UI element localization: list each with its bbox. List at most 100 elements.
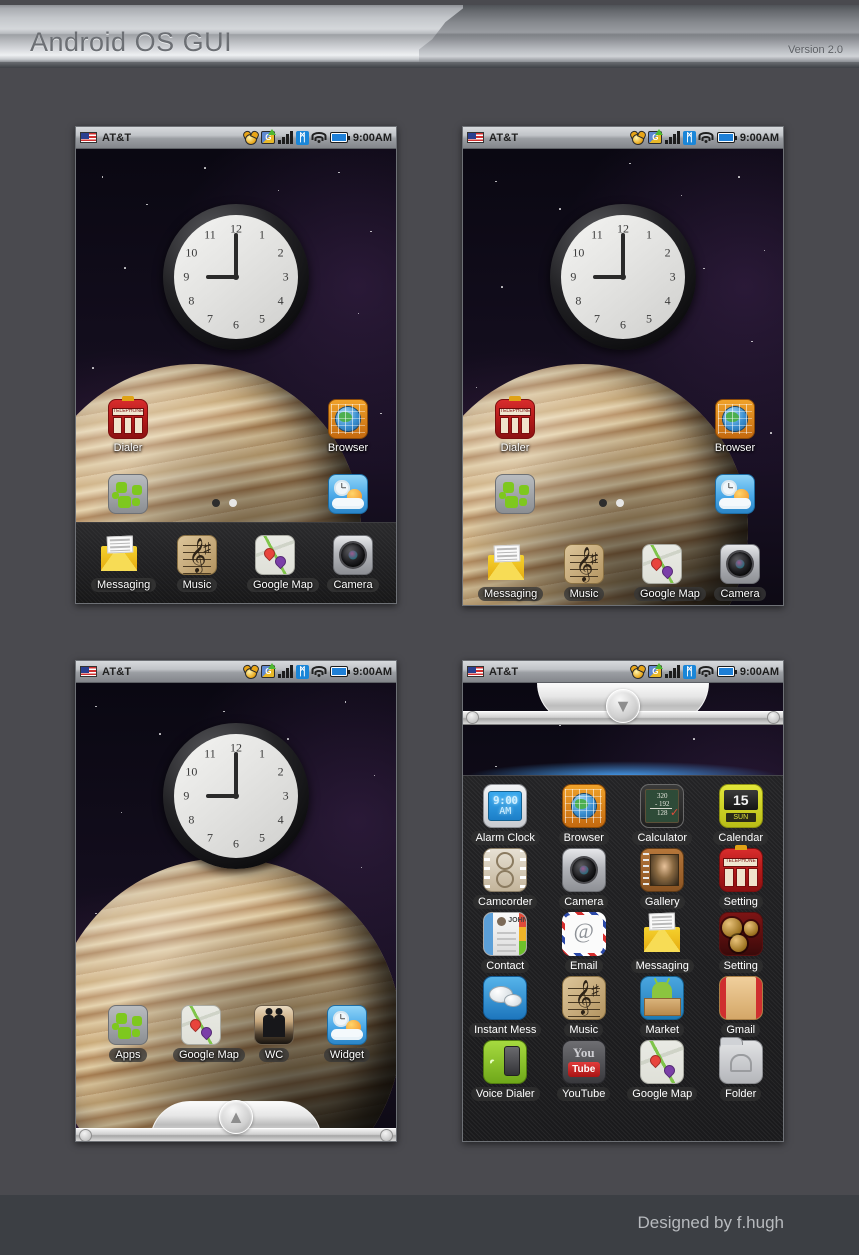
contact-name: JOHN: [508, 917, 528, 924]
home-icon-browser[interactable]: Browser: [707, 399, 763, 454]
app-google-map[interactable]: Google Map: [624, 1040, 701, 1102]
sync-icon: G: [648, 663, 664, 678]
dialer-icon: TELEPHONE: [108, 396, 148, 439]
app-camcorder[interactable]: Camcorder: [467, 848, 544, 910]
page-indicator: [599, 499, 624, 507]
home-icon-widget[interactable]: Widget: [319, 1005, 375, 1063]
google-map-icon: [642, 544, 682, 584]
treble-clef-glyph: 𝄞: [574, 979, 593, 1015]
clock-minute-hand: [621, 233, 625, 277]
google-map-icon: [640, 1040, 685, 1084]
app-drawer-close-handle[interactable]: ▼: [463, 683, 783, 725]
handle-end-right: [767, 711, 780, 724]
youtube-you-text: You: [572, 1045, 595, 1060]
app-setting-gears[interactable]: Setting: [703, 912, 780, 974]
clock-label: 9:00AM: [739, 665, 779, 678]
drawer-glow: [463, 761, 783, 775]
browser-icon: [561, 784, 606, 828]
camera-icon: [561, 848, 606, 892]
app-drawer-open-handle[interactable]: ▲: [76, 1100, 396, 1141]
dock-icon-music[interactable]: 𝄞 ♯ Music: [169, 534, 225, 593]
alarm-meridiem: AM: [499, 806, 512, 817]
home-icon-apps-widget[interactable]: [487, 474, 543, 514]
sync-icon: G: [648, 129, 664, 144]
us-flag-icon: [80, 132, 97, 143]
app-gallery[interactable]: Gallery: [624, 848, 701, 910]
dock-icon-label: Messaging: [91, 577, 157, 592]
app-youtube[interactable]: You Tube YouTube: [546, 1040, 623, 1102]
home-icon-apps-widget[interactable]: [100, 474, 156, 514]
app-email[interactable]: @ Email: [546, 912, 623, 974]
at-symbol: @: [573, 917, 594, 943]
app-voice-dialer[interactable]: Voice Dialer: [467, 1040, 544, 1102]
clock-minute-hand: [234, 233, 238, 277]
home-icon-label: Apps: [109, 1048, 147, 1062]
analog-clock-widget[interactable]: 12 1 23 45 67 89 10 11: [550, 204, 696, 350]
analog-clock-widget[interactable]: 12 1 23 45 67 89 10 11: [163, 204, 309, 350]
app-instant-messaging[interactable]: Instant Mess: [467, 976, 544, 1038]
home-icon-browser[interactable]: Browser: [320, 399, 376, 454]
app-label: Browser: [558, 831, 609, 845]
apps-icon: [108, 1005, 148, 1045]
app-camera[interactable]: Camera: [546, 848, 623, 910]
wallpaper-3: 12 1 23 45 67 89 10 11 Apps Google Map W…: [76, 683, 396, 1141]
gallery-icon: [640, 848, 685, 892]
dock-icon-label: Google Map: [247, 577, 319, 592]
dock-row-transparent: Messaging 𝄞 ♯ Music Google Map Camera: [463, 544, 783, 602]
carrier-label: AT&T: [489, 131, 519, 144]
app-setting-dialer[interactable]: TELEPHONE Setting: [703, 845, 780, 910]
home-icon-label: Dialer: [500, 442, 530, 454]
home-icon-apps[interactable]: Apps: [100, 1005, 156, 1063]
clock-face: 12 1 23 45 67 89 10 11: [174, 215, 298, 339]
dock-bar: Messaging 𝄞 ♯ Music Google Map Camera: [76, 522, 396, 603]
app-messaging[interactable]: Messaging: [624, 912, 701, 974]
app-label: Email: [564, 959, 603, 973]
up-chevron-icon[interactable]: ▲: [219, 1100, 253, 1134]
home-icon-wc[interactable]: WC: [246, 1005, 302, 1063]
home-icon-weather-widget[interactable]: [320, 474, 376, 514]
app-folder[interactable]: Folder: [703, 1037, 780, 1102]
dialer-sign-text: TELEPHONE: [499, 408, 531, 416]
bluetooth-icon: ᛗ: [682, 130, 696, 145]
page-header: Android OS GUI Version 2.0: [0, 0, 859, 68]
home-icon-dialer[interactable]: TELEPHONE Dialer: [100, 396, 156, 454]
handle-end-right: [380, 1129, 393, 1141]
calendar-weekday: SUN: [725, 813, 756, 822]
app-gmail[interactable]: Gmail: [703, 976, 780, 1038]
browser-icon: [328, 399, 368, 439]
analog-clock-widget[interactable]: 12 1 23 45 67 89 10 11: [163, 723, 309, 869]
dock-icon-music[interactable]: 𝄞 ♯ Music: [556, 544, 612, 602]
calendar-icon: 15 SUN: [718, 784, 763, 828]
dock-icon-camera[interactable]: Camera: [325, 534, 381, 593]
designer-credit: Designed by f.hugh: [637, 1213, 785, 1232]
clock-label: 9:00AM: [352, 131, 392, 144]
carrier-label: AT&T: [102, 665, 132, 678]
dock-icon-google-map[interactable]: Google Map: [247, 534, 319, 593]
app-calendar[interactable]: 15 SUN Calendar: [703, 784, 780, 846]
app-contact[interactable]: JOHN Contact: [467, 912, 544, 974]
contact-icon: JOHN: [483, 912, 528, 956]
dock-icon-camera[interactable]: Camera: [712, 544, 768, 602]
app-browser[interactable]: Browser: [546, 784, 623, 846]
clock-label: 9:00AM: [352, 665, 392, 678]
home-icon-weather-widget[interactable]: [707, 474, 763, 514]
us-flag-icon: [80, 666, 97, 677]
down-chevron-icon[interactable]: ▼: [606, 689, 640, 723]
dialer-sign-text: TELEPHONE: [723, 858, 759, 867]
handle-end-left: [466, 711, 479, 724]
app-alarm-clock[interactable]: 9:00 AM Alarm Clock: [467, 784, 544, 846]
dock-icon-messaging[interactable]: Messaging: [91, 535, 157, 593]
app-market[interactable]: Market: [624, 976, 701, 1038]
setting-dialer-icon: TELEPHONE: [718, 845, 763, 892]
home-icon-dialer[interactable]: TELEPHONE Dialer: [487, 396, 543, 454]
us-flag-icon: [467, 666, 484, 677]
dialer-icon: TELEPHONE: [495, 396, 535, 439]
app-music[interactable]: 𝄞 ♯ Music: [546, 976, 623, 1038]
camera-icon: [333, 534, 373, 575]
dock-icon-google-map[interactable]: Google Map: [634, 544, 706, 602]
home-icon-google-map[interactable]: Google Map: [173, 1005, 245, 1063]
clock-hour-hand: [593, 275, 623, 279]
app-calculator[interactable]: 320 - 192 128 ✓ Calculator: [624, 784, 701, 846]
google-map-icon: [255, 534, 295, 575]
dock-icon-messaging[interactable]: Messaging: [478, 544, 544, 602]
